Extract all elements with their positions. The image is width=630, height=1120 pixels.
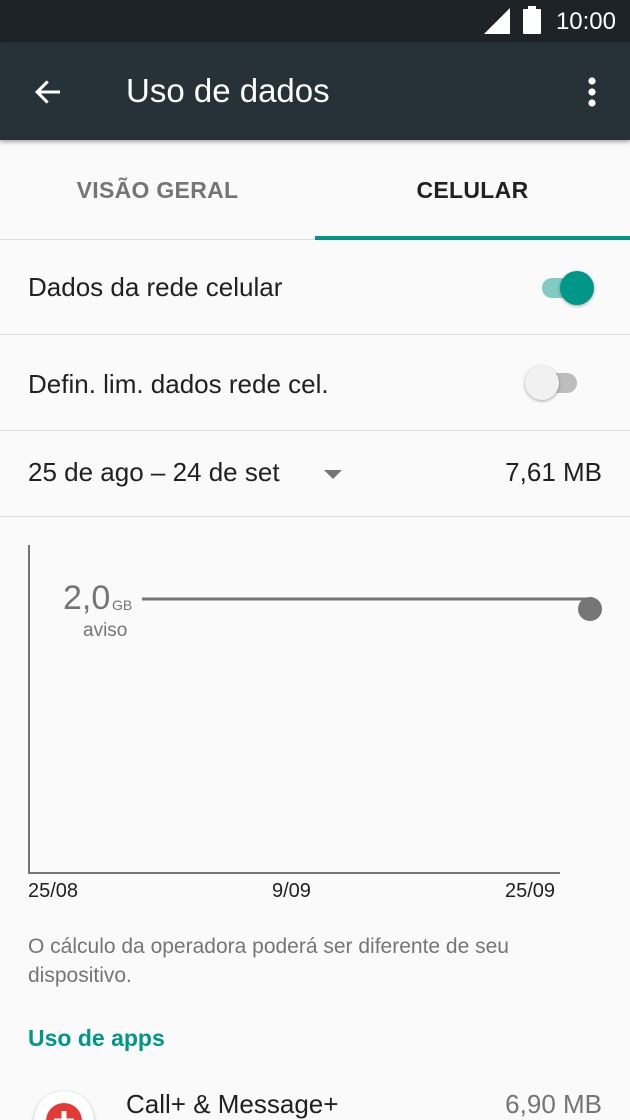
page-title: Uso de dados	[126, 72, 330, 109]
usage-chart: 2,0 GB aviso 25/08 9/09 25/09	[0, 517, 630, 917]
switch-thumb	[525, 366, 559, 400]
x-tick-end: 25/09	[505, 880, 556, 902]
data-limit-label: Defin. lim. dados rede cel.	[28, 369, 329, 399]
mobile-data-row[interactable]: Dados da rede celular	[0, 240, 630, 335]
cycle-row[interactable]: 25 de ago – 24 de set 7,61 MB	[0, 431, 630, 517]
x-tick-start: 25/08	[28, 880, 79, 902]
mobile-data-label: Dados da rede celular	[28, 272, 283, 302]
tab-bar: VISÃO GERAL CELULAR	[0, 140, 630, 240]
app-usage-value: 6,90 MB	[505, 1089, 602, 1119]
carrier-note: O cálculo da operadora poderá ser difere…	[28, 935, 509, 987]
back-button[interactable]	[24, 68, 72, 116]
status-time: 10:00	[555, 8, 616, 35]
app-usage-item[interactable]: Call+ & Message+ 6,90 MB	[0, 1075, 630, 1120]
battery-icon	[523, 6, 541, 34]
mobile-data-switch[interactable]	[538, 268, 598, 308]
tab-cellular[interactable]: CELULAR	[315, 140, 630, 240]
dropdown-arrow-icon[interactable]	[322, 467, 344, 481]
signal-icon	[484, 8, 510, 34]
chart-canvas	[28, 545, 602, 874]
x-tick-middle: 9/09	[272, 880, 311, 902]
cycle-usage: 7,61 MB	[505, 457, 602, 487]
status-bar: 10:00	[0, 0, 630, 42]
more-vert-icon	[588, 77, 596, 107]
app-icon-badge	[46, 1103, 82, 1120]
plus-icon	[54, 1111, 74, 1120]
warning-label: aviso	[83, 620, 128, 641]
cycle-range: 25 de ago – 24 de set	[28, 457, 280, 487]
overflow-menu-button[interactable]	[568, 68, 616, 116]
warning-unit: GB	[112, 597, 133, 613]
app-usage-header: Uso de apps	[28, 1025, 165, 1051]
warning-value: 2,0	[63, 579, 111, 617]
data-limit-switch[interactable]	[525, 363, 585, 403]
app-icon	[34, 1091, 94, 1120]
switch-thumb	[560, 271, 594, 305]
app-name: Call+ & Message+	[126, 1089, 339, 1119]
app-bar: Uso de dados	[0, 42, 630, 140]
data-limit-row[interactable]: Defin. lim. dados rede cel.	[0, 335, 630, 431]
arrow-back-icon	[35, 80, 60, 104]
warning-handle[interactable]	[578, 597, 602, 621]
tab-overview[interactable]: VISÃO GERAL	[0, 140, 315, 240]
